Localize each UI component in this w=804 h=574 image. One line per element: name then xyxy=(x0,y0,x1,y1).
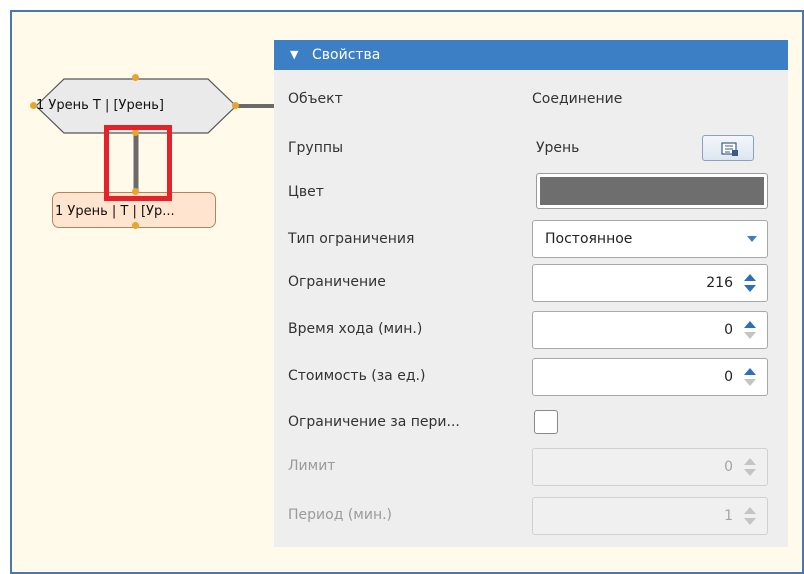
top-node-label[interactable]: 1 Урень Т | [Урень] xyxy=(36,96,236,116)
spin-down-icon xyxy=(744,518,756,525)
period-value: 1 xyxy=(724,508,733,524)
constraint-value: 216 xyxy=(706,275,733,291)
spin-up-icon xyxy=(744,507,756,514)
spin-down-icon xyxy=(744,469,756,476)
period-label: Период (мин.) xyxy=(288,507,393,523)
object-value: Соединение xyxy=(532,91,623,107)
travel-time-spinner[interactable] xyxy=(741,319,761,341)
node-handle-right[interactable] xyxy=(232,102,239,109)
spin-up-icon xyxy=(744,458,756,465)
constraint-type-select[interactable]: Постоянное xyxy=(532,220,768,258)
chevron-down-icon xyxy=(747,236,757,242)
constraint-spinner[interactable] xyxy=(741,272,761,294)
color-picker[interactable] xyxy=(536,173,768,209)
limit-input: 0 xyxy=(532,448,768,486)
period-spinner xyxy=(741,505,761,527)
cost-label: Стоимость (за ед.) xyxy=(288,368,426,384)
cost-spinner[interactable] xyxy=(741,366,761,388)
node-handle-top[interactable] xyxy=(132,74,139,81)
node-handle-left[interactable] xyxy=(30,102,37,109)
spin-up-icon[interactable] xyxy=(744,368,756,375)
constraint-label: Ограничение xyxy=(288,274,386,290)
period-input: 1 xyxy=(532,497,768,535)
groups-label: Группы xyxy=(288,140,344,156)
travel-time-label: Время хода (мин.) xyxy=(288,321,423,337)
edit-groups-button[interactable] xyxy=(702,135,754,161)
properties-title: Свойства xyxy=(312,47,381,63)
object-label: Объект xyxy=(288,91,343,107)
properties-header[interactable]: ▼ Свойства xyxy=(274,40,788,70)
constraint-type-label: Тип ограничения xyxy=(288,231,415,247)
collapse-triangle-icon[interactable]: ▼ xyxy=(290,40,298,70)
travel-time-input[interactable]: 0 xyxy=(532,311,768,349)
bottom-node-label: 1 Урень | Т | [Ур... xyxy=(55,204,175,219)
constraint-input[interactable]: 216 xyxy=(532,264,768,302)
cost-input[interactable]: 0 xyxy=(532,358,768,396)
limit-spinner xyxy=(741,456,761,478)
period-constraint-label: Ограничение за пери... xyxy=(288,414,460,430)
limit-label: Лимит xyxy=(288,458,336,474)
cost-value: 0 xyxy=(724,369,733,385)
spin-down-icon[interactable] xyxy=(744,379,756,386)
color-swatch-fill xyxy=(540,177,764,205)
properties-panel: ▼ Свойства Объект Соединение Группы Урен… xyxy=(274,40,788,547)
list-edit-icon xyxy=(721,142,738,156)
limit-value: 0 xyxy=(724,459,733,475)
bottom-node-handle-bottom[interactable] xyxy=(132,222,139,229)
spin-down-icon[interactable] xyxy=(744,285,756,292)
color-label: Цвет xyxy=(288,184,324,200)
spin-down-icon[interactable] xyxy=(744,332,756,339)
spin-up-icon[interactable] xyxy=(744,274,756,281)
spin-up-icon[interactable] xyxy=(744,321,756,328)
period-constraint-checkbox[interactable] xyxy=(534,410,558,434)
groups-value: Урень xyxy=(536,140,580,156)
travel-time-value: 0 xyxy=(724,322,733,338)
selection-highlight-box xyxy=(104,125,172,201)
constraint-type-value: Постоянное xyxy=(545,231,633,247)
